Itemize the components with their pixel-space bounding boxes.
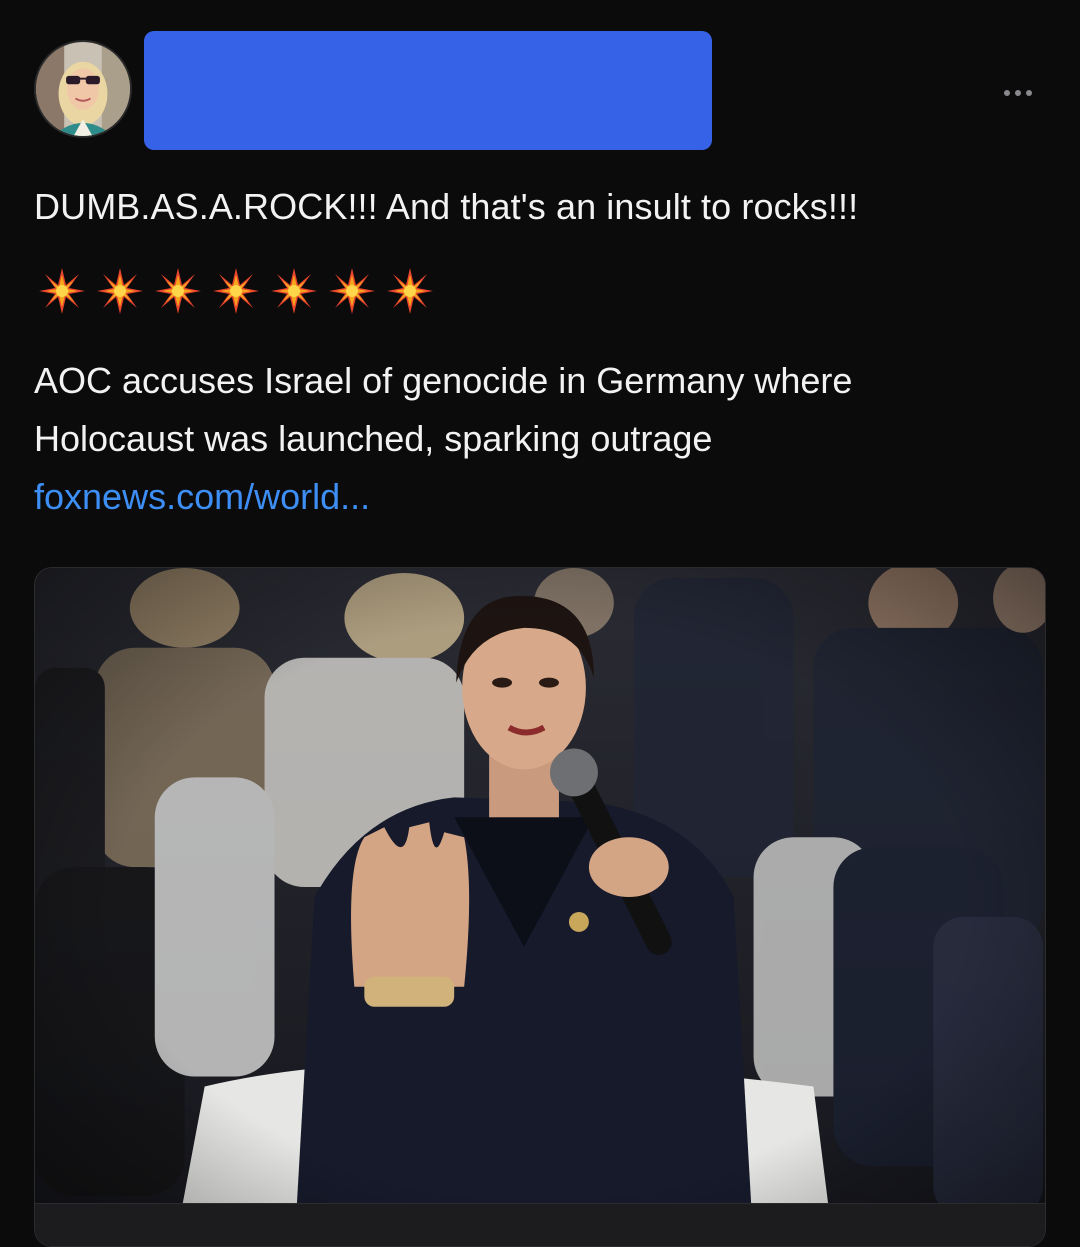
more-options-button[interactable] — [996, 80, 1040, 106]
more-dot-icon — [1026, 90, 1032, 96]
link-preview-card[interactable] — [34, 567, 1046, 1247]
post: DUMB.AS.A.ROCK!!! And that's an insult t… — [0, 0, 1080, 1247]
post-text-line: DUMB.AS.A.ROCK!!! And that's an insult t… — [34, 186, 859, 227]
eight-pointed-star-icon — [155, 268, 201, 314]
eight-pointed-star-icon — [97, 268, 143, 314]
eight-pointed-star-icon — [387, 268, 433, 314]
headline-text: AOC accuses Israel of genocide in German… — [34, 360, 853, 459]
username-redaction — [144, 31, 712, 150]
eight-pointed-star-icon — [39, 268, 85, 314]
article-link[interactable]: foxnews.com/world... — [34, 476, 370, 517]
link-preview-text: AOC accuses Israel of genocide in German… — [34, 352, 934, 526]
eight-pointed-star-icon — [329, 268, 375, 314]
emoji-row — [38, 267, 434, 319]
more-dot-icon — [1015, 90, 1021, 96]
eight-pointed-star-icon — [213, 268, 259, 314]
article-photo — [35, 568, 1045, 1246]
user-avatar[interactable] — [34, 40, 132, 138]
more-dot-icon — [1004, 90, 1010, 96]
eight-pointed-star-icon — [271, 268, 317, 314]
link-preview-footer — [35, 1203, 1045, 1246]
avatar-image — [36, 42, 130, 136]
